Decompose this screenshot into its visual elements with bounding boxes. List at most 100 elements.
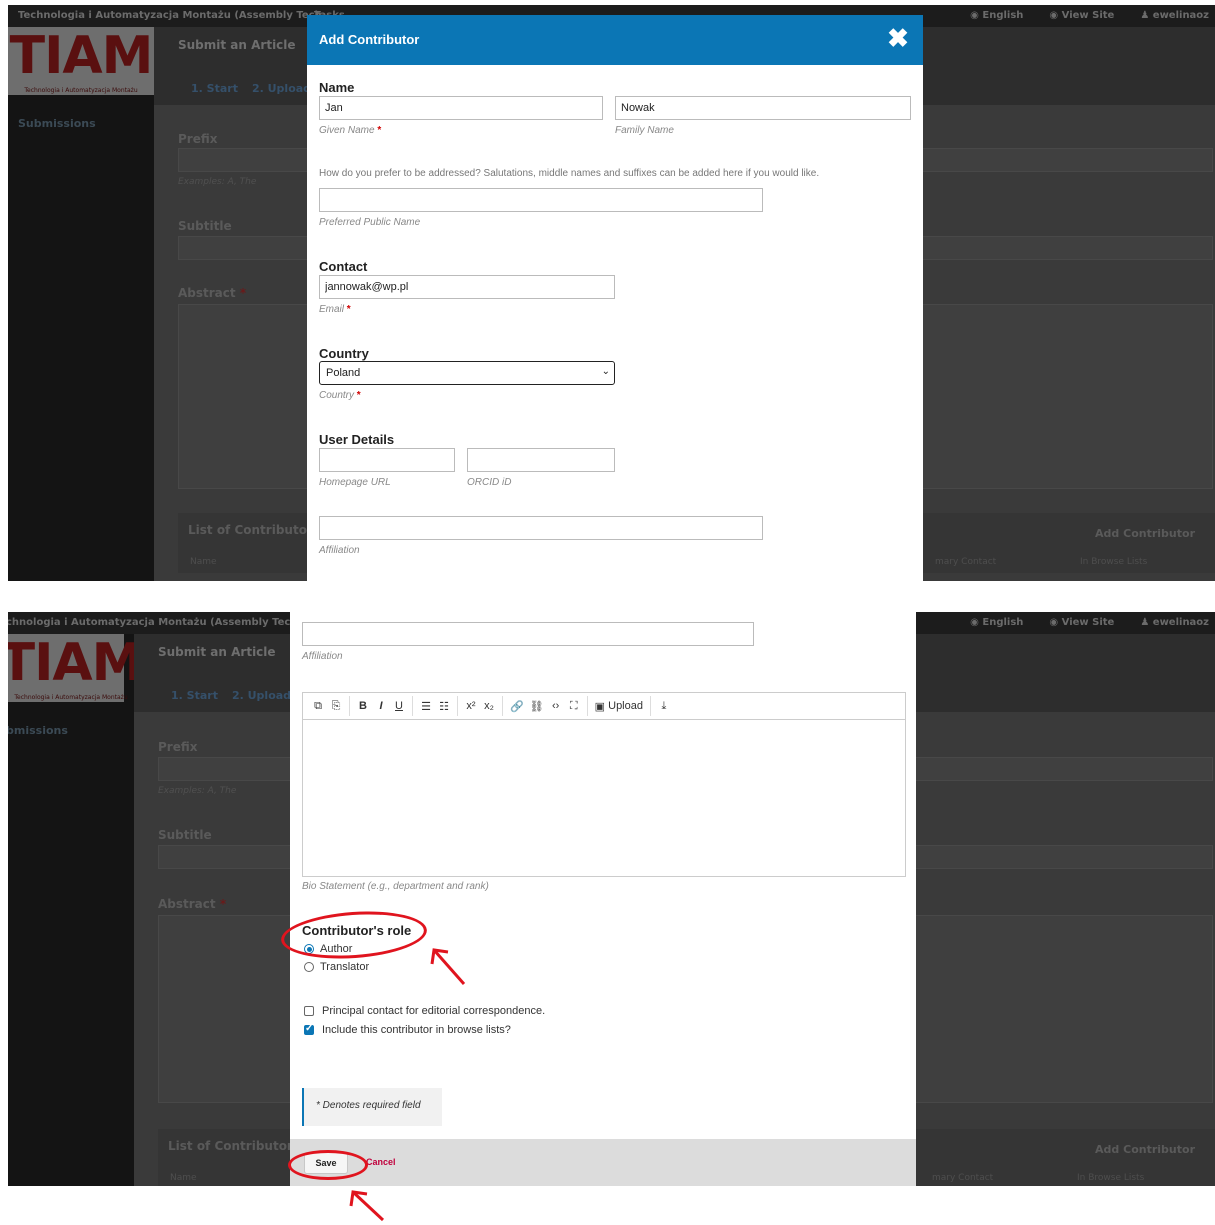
code-icon[interactable]: ‹› xyxy=(547,692,565,720)
download-icon[interactable]: ⤓ xyxy=(655,692,673,720)
underline-button[interactable]: U xyxy=(390,692,408,720)
toolbar-divider xyxy=(412,696,413,716)
add-contributor-modal: Affiliation ⧉ ⎘ B I U ☰ ☷ x² x₂ 🔗 ⛓ ‹› ⛶… xyxy=(290,612,916,1186)
prefix-help: Examples: A, The xyxy=(158,786,237,796)
journal-logo[interactable]: TIAM Technologia i Automatyzacja Montażu xyxy=(8,634,143,702)
step-upload[interactable]: 2. Upload xyxy=(252,82,311,95)
preferred-name-description: How do you prefer to be addressed? Salut… xyxy=(319,168,820,179)
wizard-steps: 1. Start 2. Upload xyxy=(191,82,311,95)
principal-contact-checkbox[interactable]: Principal contact for editorial correspo… xyxy=(304,1005,545,1017)
view-site-link[interactable]: ◉ View Site xyxy=(1049,10,1114,21)
abstract-label: Abstract * xyxy=(158,897,226,911)
toolbar-divider xyxy=(649,696,651,716)
fullscreen-icon[interactable]: ⛶ xyxy=(565,692,583,720)
paste-icon[interactable]: ⎘ xyxy=(327,692,345,720)
family-name-input[interactable] xyxy=(615,96,911,120)
user-menu[interactable]: ♟ ewelinaoz xyxy=(1140,10,1209,21)
given-name-label: Given Name * xyxy=(319,125,381,136)
bio-statement-label: Bio Statement (e.g., department and rank… xyxy=(302,881,489,892)
affiliation-input[interactable] xyxy=(319,516,763,540)
abstract-label: Abstract * xyxy=(178,286,246,300)
link-icon[interactable]: 🔗 xyxy=(507,692,527,720)
chevron-down-icon: ⌄ xyxy=(601,366,610,377)
affiliation-label: Affiliation xyxy=(302,651,343,662)
toolbar-divider xyxy=(457,696,458,716)
language-menu[interactable]: ◉ English xyxy=(970,10,1023,21)
italic-button[interactable]: I xyxy=(372,692,390,720)
step-upload[interactable]: 2. Upload xyxy=(232,689,291,702)
affiliation-label: Affiliation xyxy=(319,545,360,556)
bio-statement-editor[interactable] xyxy=(302,719,906,877)
unlink-icon[interactable]: ⛓ xyxy=(527,692,547,720)
abstract-label-text: Abstract xyxy=(178,286,236,300)
role-translator-label: Translator xyxy=(320,961,370,973)
logo-mark: TIAM xyxy=(9,26,154,86)
given-name-label-text: Given Name xyxy=(319,125,375,136)
role-translator-radio[interactable]: Translator xyxy=(304,961,369,973)
annotation-arrow-icon xyxy=(430,948,466,985)
affiliation-input[interactable] xyxy=(302,622,754,646)
close-icon[interactable]: ✖ xyxy=(887,25,909,51)
col-primary-contact: mary Contact xyxy=(932,1173,994,1183)
journal-logo[interactable]: TIAM Technologia i Automatyzacja Montażu xyxy=(8,27,154,95)
screenshot-top: Technologia i Automatyzacja Montażu (Ass… xyxy=(8,5,1215,581)
add-contributor-button[interactable]: Add Contributor xyxy=(1095,527,1195,540)
email-input[interactable] xyxy=(319,275,615,299)
page-title: Submit an Article xyxy=(158,645,276,659)
copy-icon[interactable]: ⧉ xyxy=(309,692,327,720)
checkbox-checked-icon xyxy=(304,1023,314,1035)
user-menu[interactable]: ♟ ewelinaoz xyxy=(1140,617,1209,628)
preferred-public-name-input[interactable] xyxy=(319,188,763,212)
email-label: Email * xyxy=(319,304,351,315)
abstract-required-mark: * xyxy=(239,286,247,300)
homepage-url-label: Homepage URL xyxy=(319,477,391,488)
country-label: Country * xyxy=(319,390,361,401)
page-title: Submit an Article xyxy=(178,38,296,52)
subscript-button[interactable]: x₂ xyxy=(480,692,498,720)
logo-mark: TIAM xyxy=(8,633,143,693)
preferred-public-name-label: Preferred Public Name xyxy=(319,217,421,228)
given-name-input[interactable] xyxy=(319,96,603,120)
view-site-link[interactable]: ◉ View Site xyxy=(1049,617,1114,628)
bio-editor-toolbar: ⧉ ⎘ B I U ☰ ☷ x² x₂ 🔗 ⛓ ‹› ⛶ ▣ Upload ⤓ xyxy=(302,692,906,720)
toolbar-divider xyxy=(349,696,350,716)
sidebar: TIAM Technologia i Automatyzacja Montażu… xyxy=(8,27,154,581)
country-section-heading: Country xyxy=(319,346,369,361)
required-mark: * xyxy=(377,125,382,136)
wizard-steps: 1. Start 2. Upload xyxy=(171,689,291,702)
step-start[interactable]: 1. Start xyxy=(171,689,218,702)
step-start[interactable]: 1. Start xyxy=(191,82,238,95)
orcid-input[interactable] xyxy=(467,448,615,472)
annotation-ring-save xyxy=(288,1150,368,1180)
site-title-link[interactable]: chnologia i Automatyzacja Montażu (Assem… xyxy=(8,617,309,628)
prefix-help: Examples: A, The xyxy=(178,177,257,187)
sidebar-item-submissions[interactable]: bmissions xyxy=(8,724,68,737)
required-mark: * xyxy=(356,390,361,401)
modal-footer: Save Cancel xyxy=(290,1139,916,1186)
superscript-button[interactable]: x² xyxy=(462,692,480,720)
annotation-arrow-icon xyxy=(349,1190,385,1222)
logo-tagline: Technologia i Automatyzacja Montażu xyxy=(14,694,128,701)
add-contributor-button[interactable]: Add Contributor xyxy=(1095,1143,1195,1156)
cancel-button[interactable]: Cancel xyxy=(366,1157,396,1167)
sidebar-item-submissions[interactable]: Submissions xyxy=(18,117,96,130)
site-title-link[interactable]: Technologia i Automatyzacja Montażu (Ass… xyxy=(18,10,333,21)
modal-header: Add Contributor ✖ xyxy=(307,15,923,65)
homepage-url-input[interactable] xyxy=(319,448,455,472)
toolbar-divider xyxy=(502,696,503,716)
country-select[interactable]: Poland ⌄ xyxy=(319,361,615,385)
numbered-list-icon[interactable]: ☷ xyxy=(435,692,453,720)
principal-contact-label: Principal contact for editorial correspo… xyxy=(322,1005,546,1017)
col-name: Name xyxy=(170,1173,197,1183)
country-selected-value: Poland xyxy=(326,367,361,379)
add-contributor-modal: Add Contributor ✖ Name Given Name * Fami… xyxy=(307,15,923,581)
bold-button[interactable]: B xyxy=(354,692,372,720)
toolbar-divider xyxy=(586,696,588,716)
bullet-list-icon[interactable]: ☰ xyxy=(417,692,435,720)
prefix-label: Prefix xyxy=(158,740,198,754)
subtitle-label: Subtitle xyxy=(178,219,232,233)
required-mark: * xyxy=(346,304,351,315)
include-browse-lists-checkbox[interactable]: Include this contributor in browse lists… xyxy=(304,1023,511,1036)
language-menu[interactable]: ◉ English xyxy=(970,617,1023,628)
image-upload-button[interactable]: ▣ Upload xyxy=(592,692,646,720)
